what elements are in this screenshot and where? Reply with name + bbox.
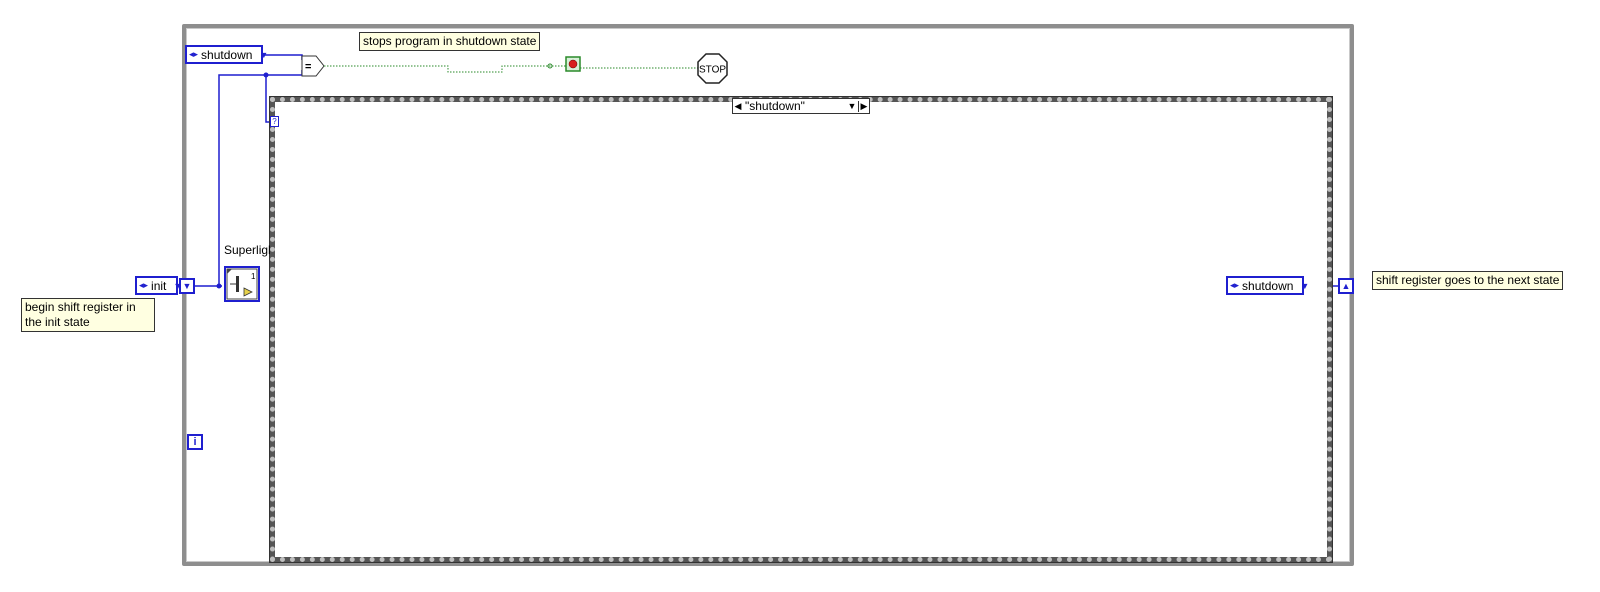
enum-increment-icon[interactable]: ◂▸ [189, 49, 198, 60]
subvi-node[interactable]: 1 [224, 266, 260, 302]
stop-terminal[interactable]: STOP [697, 53, 728, 84]
case-selector-terminal[interactable]: ? [270, 116, 279, 127]
subvi-icon: 1 [226, 268, 258, 300]
shift-register-left[interactable]: ▼ [179, 278, 195, 294]
case-selector[interactable]: ◀ "shutdown" ▼ ▶ [732, 98, 870, 114]
comment-stop: stops program in shutdown state [359, 32, 541, 51]
case-structure-frame[interactable] [269, 96, 1333, 563]
iteration-terminal[interactable]: i [187, 434, 203, 450]
enum-increment-icon[interactable]: ◂▸ [139, 280, 148, 291]
enum-value: init [151, 278, 167, 293]
enum-constant-shutdown-right[interactable]: ◂▸ shutdown ▼ [1226, 276, 1309, 295]
enum-value: shutdown [1242, 278, 1294, 293]
shift-down-icon: ▼ [182, 281, 192, 291]
subvi-label: Superlight [224, 243, 270, 257]
chevron-down-icon[interactable]: ▼ [846, 101, 858, 111]
chevron-down-icon[interactable]: ▼ [255, 50, 268, 60]
comment-begin: begin shift register in the init state [21, 298, 155, 332]
shift-up-icon: ▲ [1341, 281, 1351, 291]
enum-value: shutdown [201, 47, 253, 62]
comment-next-state: shift register goes to the next state [1372, 271, 1564, 290]
prev-case-icon[interactable]: ◀ [733, 101, 743, 112]
stop-label: STOP [699, 65, 726, 76]
subvi-number: 1 [251, 272, 256, 281]
enum-constant-shutdown-top[interactable]: ◂▸ shutdown ▼ [185, 45, 268, 64]
enum-increment-icon[interactable]: ◂▸ [1230, 280, 1239, 291]
next-case-icon[interactable]: ▶ [858, 100, 869, 112]
case-selector-label: "shutdown" [745, 99, 805, 113]
shift-register-right[interactable]: ▲ [1338, 278, 1354, 294]
chevron-down-icon[interactable]: ▼ [1296, 281, 1309, 291]
enum-constant-init[interactable]: ◂▸ init ▼ [135, 276, 182, 295]
